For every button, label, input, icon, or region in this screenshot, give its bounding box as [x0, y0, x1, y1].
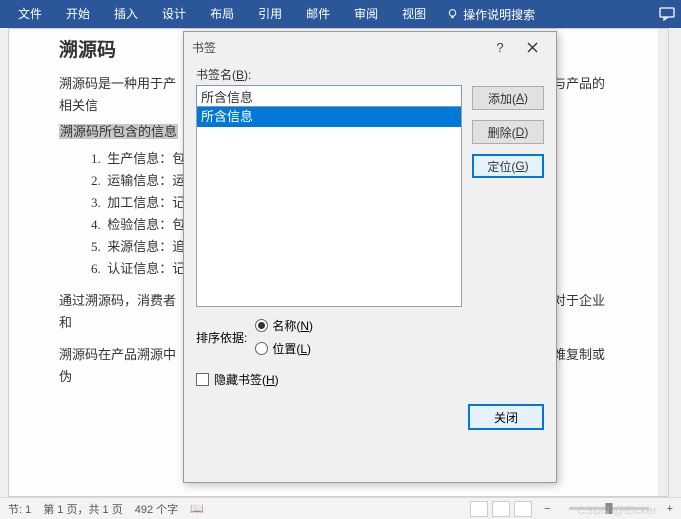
statusbar: 节: 1 第 1 页，共 1 页 492 个字 📖 − +	[0, 497, 681, 519]
radio-icon	[255, 319, 268, 332]
tab-view[interactable]: 视图	[390, 0, 438, 28]
word-count[interactable]: 492 个字	[135, 501, 178, 517]
tab-design[interactable]: 设计	[150, 0, 198, 28]
ribbon: 文件 开始 插入 设计 布局 引用 邮件 审阅 视图 操作说明搜索	[0, 0, 681, 28]
zoom-out-icon[interactable]: −	[544, 503, 550, 515]
sort-by-row: 排序依据: 名称(N) 位置(L)	[196, 317, 544, 357]
bookmark-name-label: 书签名(B):	[196, 66, 462, 83]
goto-button[interactable]: 定位(G)	[472, 154, 544, 178]
bookmark-list-item[interactable]: 所含信息	[197, 107, 461, 127]
close-button[interactable]: 关闭	[468, 404, 544, 430]
zoom-slider[interactable]	[569, 507, 649, 510]
tab-layout[interactable]: 布局	[198, 0, 246, 28]
tab-review[interactable]: 审阅	[342, 0, 390, 28]
delete-button[interactable]: 删除(D)	[472, 120, 544, 144]
dialog-title: 书签	[192, 39, 484, 56]
close-icon[interactable]	[516, 35, 548, 59]
zoom-in-icon[interactable]: +	[667, 503, 673, 515]
search-label: 操作说明搜索	[463, 6, 535, 23]
tab-home[interactable]: 开始	[54, 0, 102, 28]
page-indicator[interactable]: 第 1 页，共 1 页	[43, 501, 122, 517]
help-button[interactable]: ?	[484, 35, 516, 59]
highlighted-text: 溯源码所包含的信息	[59, 124, 178, 139]
dialog-titlebar[interactable]: 书签 ?	[184, 32, 556, 62]
view-switcher[interactable]	[470, 501, 532, 517]
web-layout-icon[interactable]	[514, 501, 532, 517]
sort-name-radio[interactable]: 名称(N)	[255, 317, 313, 334]
tab-insert[interactable]: 插入	[102, 0, 150, 28]
lightbulb-icon	[446, 8, 459, 21]
sort-location-radio[interactable]: 位置(L)	[255, 340, 313, 357]
tab-mailings[interactable]: 邮件	[294, 0, 342, 28]
tab-file[interactable]: 文件	[6, 0, 54, 28]
add-button[interactable]: 添加(A)	[472, 86, 544, 110]
comment-icon[interactable]	[659, 7, 675, 21]
print-layout-icon[interactable]	[492, 501, 510, 517]
bookmark-list[interactable]: 所含信息	[196, 107, 462, 307]
sort-label: 排序依据:	[196, 329, 247, 346]
tell-me-search[interactable]: 操作说明搜索	[438, 6, 543, 23]
section-indicator[interactable]: 节: 1	[8, 501, 31, 517]
read-mode-icon[interactable]	[470, 501, 488, 517]
language-indicator[interactable]: 📖	[190, 502, 204, 515]
checkbox-icon	[196, 373, 209, 386]
scrollbar[interactable]	[658, 29, 668, 496]
bookmark-dialog: 书签 ? 书签名(B): 所含信息 添加(A) 删除(D) 定位(G) 排序依据…	[183, 31, 557, 483]
hidden-bookmarks-row[interactable]: 隐藏书签(H)	[196, 371, 544, 388]
tab-references[interactable]: 引用	[246, 0, 294, 28]
radio-icon	[255, 342, 268, 355]
bookmark-name-input[interactable]	[196, 85, 462, 107]
